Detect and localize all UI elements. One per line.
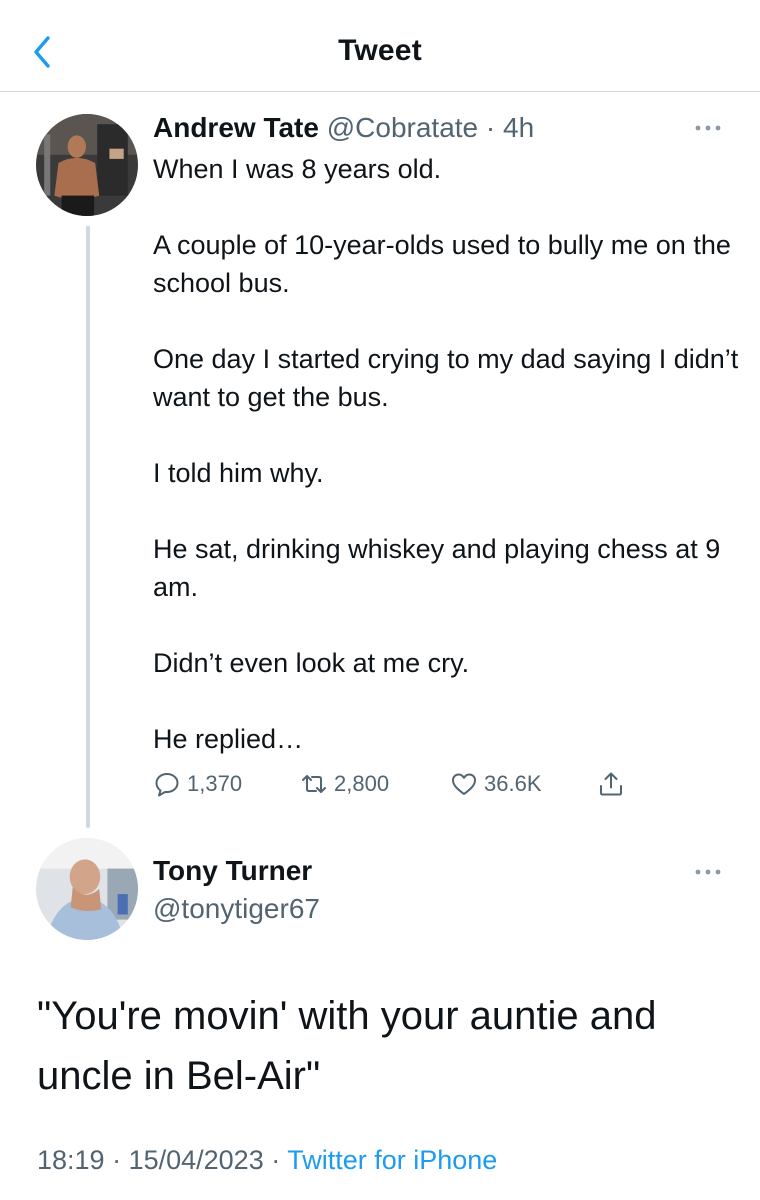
- tweet2-author-handle[interactable]: @tonytiger67: [153, 893, 320, 925]
- tweet1-time[interactable]: 4h: [503, 112, 534, 143]
- reply-count: 1,370: [187, 771, 243, 796]
- tweet1-action-bar: 1,370 2,800 36.6K: [153, 766, 633, 802]
- reply-button[interactable]: 1,370: [153, 766, 242, 802]
- tweet2-timestamp-line: 18:19 · 15/04/2023 · Twitter for iPhone: [37, 1145, 497, 1176]
- page-title: Tweet: [338, 34, 422, 67]
- tweet1-paragraph: When I was 8 years old.: [153, 154, 442, 184]
- avatar-photo: [36, 838, 138, 940]
- more-horizontal-icon: [695, 125, 721, 131]
- like-button[interactable]: 36.6K: [450, 766, 542, 802]
- tweet2-date[interactable]: 15/04/2023: [129, 1145, 264, 1175]
- tweet1-paragraph: A couple of 10-year-olds used to bully m…: [153, 230, 731, 298]
- share-icon: [600, 772, 622, 796]
- tweet1-text: When I was 8 years old. A couple of 10-y…: [153, 150, 743, 758]
- share-button[interactable]: [597, 766, 631, 802]
- top-bar: Tweet: [0, 0, 760, 92]
- more-horizontal-icon: [695, 869, 721, 875]
- tweet1-author-handle[interactable]: @Cobratate: [327, 112, 478, 143]
- tweet2-time[interactable]: 18:19: [37, 1145, 105, 1175]
- tweet1-header: Andrew Tate @Cobratate · 4h: [153, 112, 534, 144]
- like-icon: [452, 773, 476, 795]
- tweet1-paragraph: One day I started crying to my dad sayin…: [153, 344, 739, 412]
- tweet2-text: "You're movin' with your auntie and uncl…: [37, 994, 657, 1098]
- tweet1-more-button[interactable]: [690, 118, 726, 138]
- tweet2-source-link[interactable]: Twitter for iPhone: [287, 1145, 497, 1175]
- like-count: 36.6K: [484, 771, 542, 796]
- tweet2-author-name[interactable]: Tony Turner: [153, 855, 312, 887]
- avatar-tony-turner[interactable]: [36, 838, 138, 940]
- tweet2-more-button[interactable]: [690, 862, 726, 882]
- tweet1-separator: ·: [485, 112, 496, 143]
- tweet1-paragraph: I told him why.: [153, 458, 324, 488]
- thread-connector-line: [86, 226, 90, 828]
- reply-icon: [155, 773, 179, 797]
- retweet-button[interactable]: 2,800: [300, 766, 389, 802]
- meta-separator: ·: [263, 1145, 288, 1175]
- meta-separator: ·: [104, 1145, 129, 1175]
- retweet-count: 2,800: [334, 771, 390, 796]
- tweet1-paragraph: He replied…: [153, 724, 304, 754]
- tweet1-author-name[interactable]: Andrew Tate: [153, 112, 319, 143]
- tweet1-paragraph: Didn’t even look at me cry.: [153, 648, 470, 678]
- avatar-andrew-tate[interactable]: [36, 114, 138, 216]
- avatar-photo: [36, 114, 138, 216]
- tweet1-paragraph: He sat, drinking whiskey and playing che…: [153, 534, 721, 602]
- retweet-icon: [302, 775, 326, 793]
